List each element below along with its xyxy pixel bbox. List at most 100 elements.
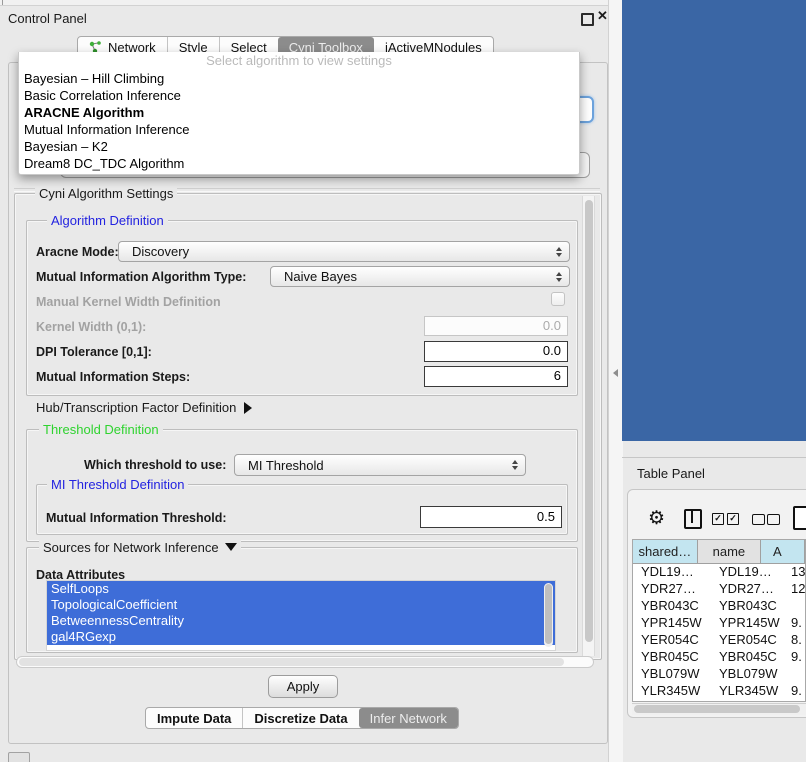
dropdown-item[interactable]: Dream8 DC_TDC Algorithm xyxy=(19,155,579,172)
gear-icon[interactable]: ⚙ xyxy=(648,507,665,530)
table-cell: YLR345W xyxy=(641,683,700,698)
sources-legend[interactable]: Sources for Network Inference xyxy=(39,540,241,555)
dropdown-placeholder: Select algorithm to view settings xyxy=(19,52,579,70)
stepper-arrows-icon xyxy=(549,247,569,257)
panel-splitter[interactable] xyxy=(608,0,623,762)
table-cell: YPR145W xyxy=(719,615,780,630)
table-cell: YBR045C xyxy=(641,649,699,664)
threshold-definition-legend: Threshold Definition xyxy=(39,422,163,437)
bottom-tabs: Impute Data Discretize Data Infer Networ… xyxy=(145,707,459,729)
attribute-list-item[interactable]: BetweennessCentrality xyxy=(47,613,555,629)
settings-vscrollbar-thumb[interactable] xyxy=(585,200,593,642)
mi-threshold-label: Mutual Information Threshold: xyxy=(46,511,227,525)
dropdown-item[interactable]: ARACNE Algorithm xyxy=(19,104,579,121)
table-cell: 8. xyxy=(791,632,802,647)
dropdown-item[interactable]: Bayesian – K2 xyxy=(19,138,579,155)
dropdown-items: Bayesian – Hill ClimbingBasic Correlatio… xyxy=(19,70,579,172)
manual-kernel-width-checkbox[interactable] xyxy=(551,292,565,306)
unchecked-box-icon[interactable] xyxy=(767,514,780,525)
mi-steps-label: Mutual Information Steps: xyxy=(36,370,190,384)
column-header-clipped[interactable]: A xyxy=(761,540,805,563)
node-table[interactable]: shared… name A YDL19…YDL19…13YDR27…YDR27… xyxy=(632,539,806,702)
table-cell: YIL052C xyxy=(641,700,692,702)
network-view-frame: GALGAL80GAL10GAL1GAL11SWI4GAL4GCY1HAP4YH… xyxy=(622,0,806,441)
table-row[interactable]: YDR27… YDR27… 12 xyxy=(633,581,805,598)
table-panel-title: Table Panel xyxy=(637,466,705,481)
hub-definition-toggle[interactable]: Hub/Transcription Factor Definition xyxy=(36,400,252,415)
table-cell: YDR27… xyxy=(641,581,696,596)
top-tick xyxy=(2,0,3,5)
tab-impute-data[interactable]: Impute Data xyxy=(146,708,242,728)
table-cell: YLR345W xyxy=(719,683,778,698)
checked-box-icon[interactable]: ✓ xyxy=(727,513,739,525)
which-threshold-label: Which threshold to use: xyxy=(84,458,226,472)
unchecked-box-icon[interactable] xyxy=(752,514,765,525)
dropdown-item[interactable]: Mutual Information Inference xyxy=(19,121,579,138)
table-cell: YBR043C xyxy=(719,598,777,613)
table-row[interactable]: YDL19…YDL19…13 xyxy=(633,564,805,581)
column-header-name[interactable]: name xyxy=(698,540,761,563)
table-cell: YDR27… xyxy=(719,581,774,596)
table-row[interactable]: YBL079W YBL079W xyxy=(633,666,805,683)
table-cell: YIL052C xyxy=(719,700,770,702)
table-cell: YPR145W xyxy=(641,615,702,630)
mi-threshold-input[interactable]: 0.5 xyxy=(420,506,562,528)
table-cell: YDL19… xyxy=(641,564,694,579)
table-row[interactable]: YLR345WYLR345W9. xyxy=(633,683,805,700)
dpi-tolerance-input[interactable]: 0.0 xyxy=(424,341,568,362)
data-attributes-list[interactable]: SelfLoopsTopologicalCoefficientBetweenne… xyxy=(46,580,556,651)
table-hscrollbar[interactable] xyxy=(632,703,806,715)
mi-algorithm-type-label: Mutual Information Algorithm Type: xyxy=(36,270,246,284)
table-panel-divider xyxy=(622,457,806,458)
mi-steps-input[interactable]: 6 xyxy=(424,366,568,387)
cyni-settings-legend: Cyni Algorithm Settings xyxy=(35,186,177,201)
table-row[interactable]: YBR043C YBR043C xyxy=(633,598,805,615)
table-row[interactable]: YPR145WYPR145W9. xyxy=(633,615,805,632)
mi-algorithm-type-select[interactable]: Naive Bayes xyxy=(270,266,570,287)
attribute-list-item[interactable]: SelfLoops xyxy=(47,581,555,597)
stepper-arrows-icon xyxy=(505,460,525,470)
split-columns-icon[interactable] xyxy=(684,509,702,529)
table-cell: YBL079W xyxy=(641,666,700,681)
table-cell: YBL079W xyxy=(719,666,778,681)
table-row[interactable]: YBR045CYBR045C9. xyxy=(633,649,805,666)
table-row[interactable]: YIL052C YIL052C 9 xyxy=(633,700,805,702)
collapse-down-icon xyxy=(225,543,237,551)
dropdown-item[interactable]: Bayesian – Hill Climbing xyxy=(19,70,579,87)
table-cell: YER054C xyxy=(719,632,777,647)
table-cell: 9 xyxy=(791,700,798,702)
splitter-collapse-icon[interactable] xyxy=(613,369,618,377)
settings-vscrollbar[interactable] xyxy=(582,196,595,656)
table-cell: 12 xyxy=(791,581,805,596)
attribute-list-item[interactable]: gal4RGexp xyxy=(47,629,555,645)
aracne-mode-label: Aracne Mode: xyxy=(36,245,119,259)
manual-kernel-width-label: Manual Kernel Width Definition xyxy=(36,295,221,309)
attribute-list-item[interactable]: TopologicalCoefficient xyxy=(47,597,555,613)
tab-discretize-data[interactable]: Discretize Data xyxy=(242,708,358,728)
list-scrollbar[interactable] xyxy=(544,583,553,647)
column-header-shared-name[interactable]: shared… xyxy=(633,540,698,563)
settings-hscrollbar-thumb[interactable] xyxy=(19,658,564,666)
mi-threshold-legend: MI Threshold Definition xyxy=(47,477,188,492)
checked-box-icon[interactable]: ✓ xyxy=(712,513,724,525)
which-threshold-select[interactable]: MI Threshold xyxy=(234,454,526,476)
table-row[interactable]: YER054C YER054C 8. xyxy=(633,632,805,649)
close-icon[interactable]: ✕ xyxy=(597,8,608,24)
bottom-left-widget[interactable] xyxy=(8,752,30,762)
tab-infer-network[interactable]: Infer Network xyxy=(359,708,458,728)
float-window-icon[interactable] xyxy=(581,13,594,26)
kernel-width-input[interactable]: 0.0 xyxy=(424,316,568,336)
document-icon[interactable] xyxy=(793,506,806,530)
settings-hscrollbar[interactable] xyxy=(16,656,594,668)
kernel-width-label: Kernel Width (0,1): xyxy=(36,320,146,334)
table-cell: YBR043C xyxy=(641,598,699,613)
aracne-mode-select[interactable]: Discovery xyxy=(118,241,570,262)
table-cell: YBR045C xyxy=(719,649,777,664)
screen: Control Panel ✕ Network Style Select Cyn… xyxy=(0,0,806,762)
dropdown-item[interactable]: Basic Correlation Inference xyxy=(19,87,579,104)
table-cell: YER054C xyxy=(641,632,699,647)
table-cell: 13 xyxy=(791,564,805,579)
table-hscrollbar-thumb[interactable] xyxy=(634,705,800,713)
stepper-arrows-icon xyxy=(549,272,569,282)
apply-button[interactable]: Apply xyxy=(268,675,338,698)
